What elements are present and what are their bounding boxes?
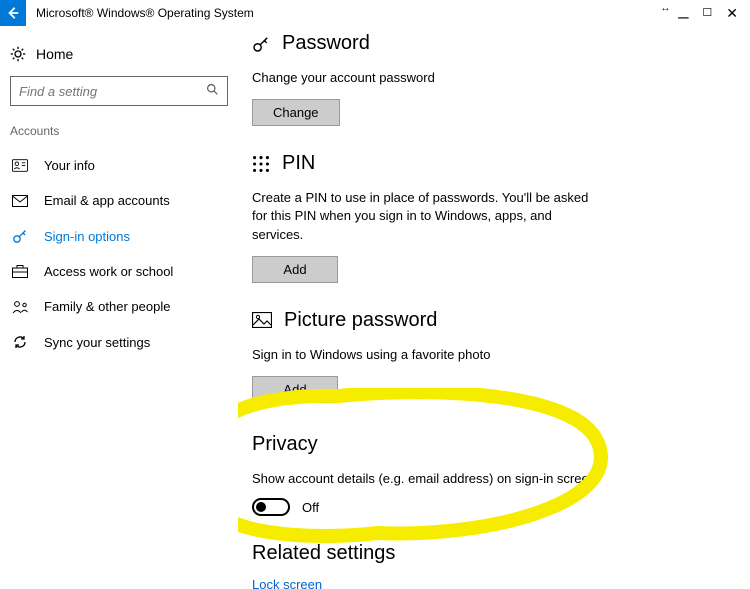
pin-description: Create a PIN to use in place of password…: [252, 189, 592, 244]
briefcase-icon: [12, 265, 30, 278]
search-box[interactable]: [10, 76, 228, 106]
sidebar-item-label: Access work or school: [44, 264, 173, 279]
content-area: Password Change your account password Ch…: [238, 26, 750, 589]
sidebar-item-label: Email & app accounts: [44, 193, 170, 208]
privacy-description: Show account details (e.g. email address…: [252, 470, 652, 488]
category-label: Accounts: [10, 124, 228, 138]
pin-heading-row: PIN: [252, 152, 730, 175]
person-card-icon: [12, 159, 30, 172]
window-controls: ↔ _ ☐ ✕: [660, 4, 750, 22]
sidebar-item-sync-settings[interactable]: Sync your settings: [10, 324, 228, 360]
sidebar-item-label: Your info: [44, 158, 95, 173]
add-pin-button[interactable]: Add: [252, 256, 338, 283]
sidebar: Home Accounts Your info Email & app acco…: [0, 26, 238, 589]
minimize-button[interactable]: _: [678, 0, 688, 18]
sidebar-item-signin-options[interactable]: Sign-in options: [10, 218, 228, 254]
password-description: Change your account password: [252, 69, 592, 87]
privacy-toggle-state: Off: [302, 500, 319, 515]
resize-indicator-icon: ↔: [660, 4, 670, 14]
privacy-toggle[interactable]: [252, 498, 290, 516]
pin-heading: PIN: [282, 152, 315, 175]
picture-password-description: Sign in to Windows using a favorite phot…: [252, 346, 592, 364]
search-input[interactable]: [19, 84, 206, 99]
sidebar-item-your-info[interactable]: Your info: [10, 148, 228, 183]
key-icon: [252, 35, 270, 53]
change-password-button[interactable]: Change: [252, 99, 340, 126]
back-button[interactable]: [0, 0, 26, 26]
privacy-toggle-row: Off: [252, 498, 730, 516]
sidebar-item-access-work-school[interactable]: Access work or school: [10, 254, 228, 289]
home-label: Home: [36, 46, 73, 62]
sidebar-item-label: Sync your settings: [44, 335, 150, 350]
lock-screen-link[interactable]: Lock screen: [252, 577, 730, 589]
arrow-left-icon: [6, 6, 20, 20]
add-picture-password-button[interactable]: Add: [252, 376, 338, 403]
sidebar-item-label: Sign-in options: [44, 229, 130, 244]
envelope-icon: [12, 195, 30, 207]
key-icon: [12, 228, 30, 244]
search-icon: [206, 83, 219, 99]
sidebar-item-family-people[interactable]: Family & other people: [10, 289, 228, 324]
people-icon: [12, 300, 30, 314]
gear-icon: [10, 46, 26, 62]
related-settings-heading: Related settings: [252, 542, 730, 565]
app-title: Microsoft® Windows® Operating System: [36, 6, 254, 20]
home-button[interactable]: Home: [10, 42, 228, 76]
sidebar-item-label: Family & other people: [44, 299, 170, 314]
password-heading: Password: [282, 32, 370, 55]
close-button[interactable]: ✕: [726, 6, 738, 20]
privacy-heading: Privacy: [252, 433, 730, 456]
titlebar: Microsoft® Windows® Operating System ↔ _…: [0, 0, 750, 26]
picture-icon: [252, 312, 272, 328]
sidebar-item-email-accounts[interactable]: Email & app accounts: [10, 183, 228, 218]
sync-icon: [12, 334, 30, 350]
toggle-knob: [256, 502, 266, 512]
picture-password-heading: Picture password: [284, 309, 437, 332]
keypad-icon: [252, 155, 270, 173]
maximize-button[interactable]: ☐: [702, 8, 712, 19]
password-heading-row: Password: [252, 32, 730, 55]
picture-password-heading-row: Picture password: [252, 309, 730, 332]
